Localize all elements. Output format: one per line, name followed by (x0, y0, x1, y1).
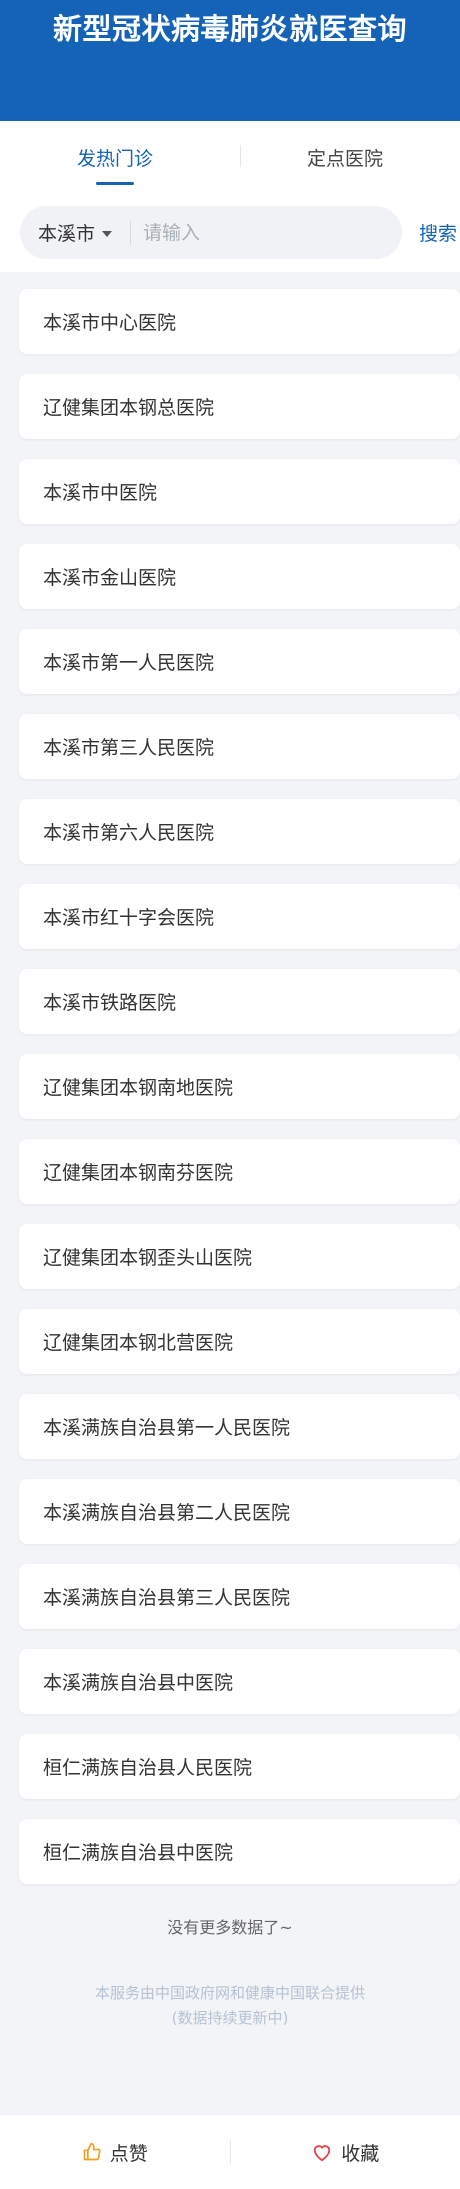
thumbs-up-icon (82, 2142, 102, 2162)
search-bar: 本溪市 搜索 (0, 193, 460, 272)
search-button[interactable]: 搜索 (419, 219, 457, 246)
page-header: 新型冠状病毒肺炎就医查询 (0, 0, 460, 121)
list-item[interactable]: 本溪满族自治县中医院 (19, 1649, 460, 1714)
list-item[interactable]: 辽健集团本钢总医院 (19, 374, 460, 439)
tab-fever-clinic[interactable]: 发热门诊 (0, 121, 230, 193)
favorite-label: 收藏 (341, 2142, 380, 2165)
hospital-list: 本溪市中心医院 辽健集团本钢总医院 本溪市中医院 本溪市金山医院 本溪市第一人民… (0, 272, 460, 1884)
list-item[interactable]: 辽健集团本钢歪头山医院 (19, 1224, 460, 1289)
like-button[interactable]: 点赞 (0, 2139, 230, 2166)
page-title: 新型冠状病毒肺炎就医查询 (52, 12, 407, 46)
list-item[interactable]: 辽健集团本钢南地医院 (19, 1054, 460, 1119)
city-selector[interactable]: 本溪市 (20, 219, 130, 246)
heart-icon (311, 2142, 333, 2162)
tab-designated-hospital[interactable]: 定点医院 (230, 121, 460, 193)
list-item[interactable]: 本溪满族自治县第一人民医院 (19, 1394, 460, 1459)
footer-line-1: 本服务由中国政府网和健康中国联合提供 (94, 1984, 365, 2002)
list-item[interactable]: 辽健集团本钢南芬医院 (19, 1139, 460, 1204)
list-item[interactable]: 本溪市红十字会医院 (19, 884, 460, 949)
search-box: 本溪市 (20, 206, 402, 259)
list-item[interactable]: 本溪市第一人民医院 (19, 629, 460, 694)
footer-note: 本服务由中国政府网和健康中国联合提供 (数据持续更新中) (0, 1981, 460, 2031)
list-item[interactable]: 本溪市第三人民医院 (19, 714, 460, 779)
list-item[interactable]: 本溪满族自治县第二人民医院 (19, 1479, 460, 1544)
list-item[interactable]: 桓仁满族自治县中医院 (19, 1819, 460, 1884)
caret-down-icon (102, 230, 113, 237)
bottom-bar: 点赞 收藏 (0, 2115, 460, 2189)
tab-bar: 发热门诊 定点医院 (0, 121, 460, 193)
list-item[interactable]: 辽健集团本钢北营医院 (19, 1309, 460, 1374)
list-item[interactable]: 本溪市第六人民医院 (19, 799, 460, 864)
list-item[interactable]: 本溪市中医院 (19, 459, 460, 524)
search-input[interactable] (131, 220, 386, 245)
list-item[interactable]: 桓仁满族自治县人民医院 (19, 1734, 460, 1799)
city-label: 本溪市 (38, 223, 96, 245)
list-item[interactable]: 本溪市中心医院 (19, 289, 460, 354)
favorite-button[interactable]: 收藏 (231, 2139, 460, 2166)
list-item[interactable]: 本溪市铁路医院 (19, 969, 460, 1034)
like-label: 点赞 (109, 2142, 148, 2165)
footer-line-2: (数据持续更新中) (171, 2009, 289, 2027)
no-more-text: 没有更多数据了~ (167, 1918, 293, 1937)
list-item[interactable]: 本溪市金山医院 (19, 544, 460, 609)
list-item[interactable]: 本溪满族自治县第三人民医院 (19, 1564, 460, 1629)
